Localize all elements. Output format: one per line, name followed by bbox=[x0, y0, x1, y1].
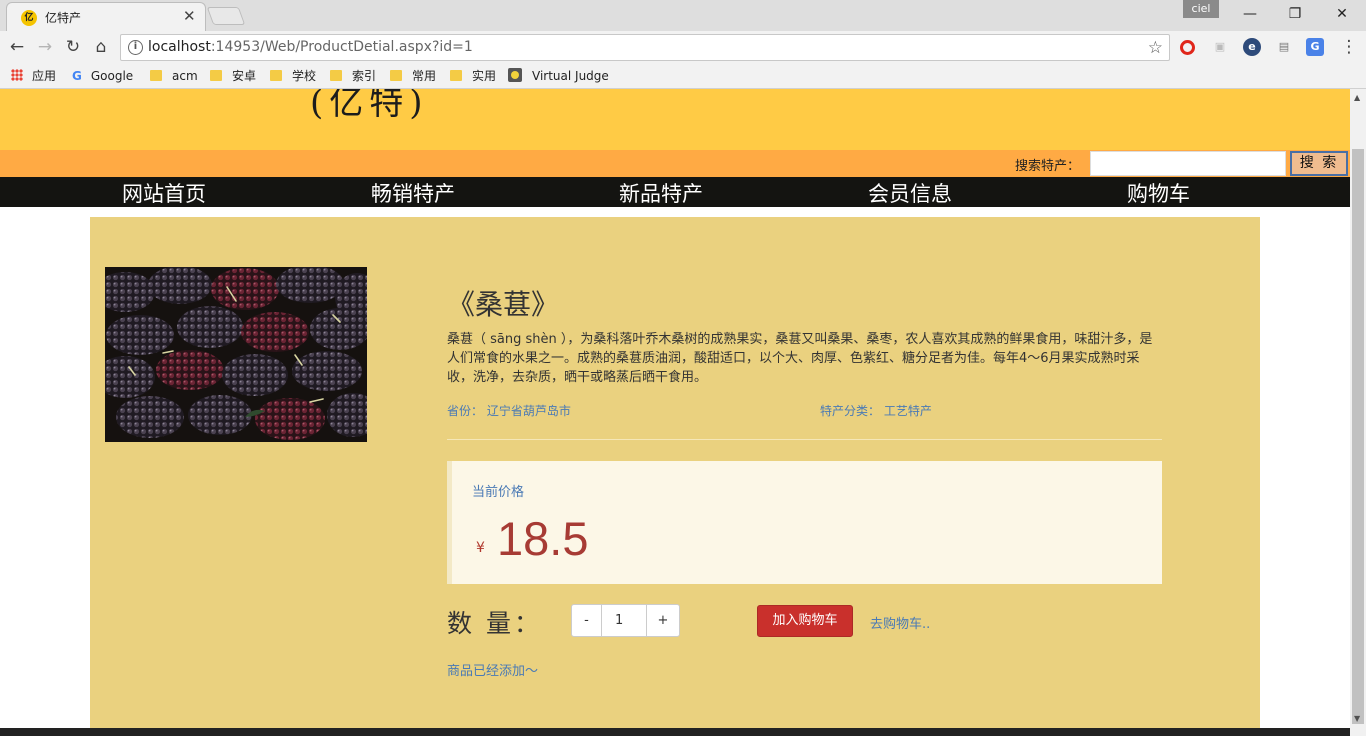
nav-new-products[interactable]: 新品特产 bbox=[619, 178, 703, 208]
nav-home[interactable]: 网站首页 bbox=[122, 178, 206, 208]
go-to-cart-link[interactable]: 去购物车.. bbox=[870, 613, 930, 632]
translate-extension-icon[interactable]: G bbox=[1306, 38, 1324, 56]
virtual-judge-icon bbox=[508, 68, 522, 82]
menu-kebab-icon[interactable]: ⋮ bbox=[1338, 36, 1360, 58]
site-favicon-icon: 亿 bbox=[21, 10, 37, 26]
nav-member-info[interactable]: 会员信息 bbox=[868, 178, 952, 208]
price-label: 当前价格 bbox=[472, 485, 525, 500]
site-logo[interactable]: (亿特) bbox=[310, 89, 429, 124]
page-scrollbar[interactable]: ▲ ▼ bbox=[1350, 89, 1366, 736]
province-value: 辽宁省葫芦岛市 bbox=[486, 404, 571, 418]
folder-icon bbox=[330, 70, 342, 81]
site-info-icon[interactable]: i bbox=[128, 40, 143, 55]
bookmark-acm[interactable]: acm bbox=[150, 67, 198, 85]
bookmark-label: 常用 bbox=[412, 69, 437, 83]
product-image bbox=[105, 267, 367, 442]
product-description: 桑葚（ sāng shèn ），为桑科落叶乔木桑树的成熟果实，桑葚又叫桑果、桑枣… bbox=[447, 332, 1153, 385]
province-label: 省份： bbox=[447, 404, 484, 418]
bookmark-virtual-judge[interactable]: Virtual Judge bbox=[508, 67, 609, 85]
url-path: :14953/Web/ProductDetial.aspx?id=1 bbox=[210, 39, 473, 55]
bookmarks-bar: 应用 G Google acm 安卓 学校 索引 常用 实用 Virtual Ju… bbox=[0, 63, 1366, 89]
bookmark-label: acm bbox=[172, 69, 198, 83]
minimize-icon[interactable]: — bbox=[1240, 4, 1260, 24]
scroll-up-icon[interactable]: ▲ bbox=[1354, 93, 1360, 102]
folder-icon bbox=[450, 70, 462, 81]
google-icon: G bbox=[72, 69, 82, 83]
reader-extension-icon[interactable]: ▤ bbox=[1275, 38, 1293, 56]
quantity-stepper: - 1 + bbox=[571, 604, 680, 637]
bookmark-google[interactable]: G Google bbox=[72, 67, 133, 85]
browser-toolbar: ← → ↻ ⌂ i localhost:14953/Web/ProductDet… bbox=[0, 31, 1366, 63]
product-category: 特产分类： 工艺特产 bbox=[820, 402, 932, 419]
bookmark-label: 安卓 bbox=[232, 69, 257, 83]
browser-tabstrip: 亿 亿特产 ✕ ciel — ❐ ✕ bbox=[0, 0, 1366, 31]
forward-icon[interactable]: → bbox=[34, 36, 56, 58]
profile-badge[interactable]: ciel bbox=[1183, 0, 1219, 18]
bookmark-star-icon[interactable]: ☆ bbox=[1148, 38, 1163, 58]
bookmark-label: Virtual Judge bbox=[532, 69, 609, 83]
bookmark-common[interactable]: 常用 bbox=[390, 67, 436, 85]
main-nav: 网站首页 畅销特产 新品特产 会员信息 购物车 bbox=[0, 177, 1350, 207]
search-input[interactable] bbox=[1090, 151, 1286, 176]
tab-close-icon[interactable]: ✕ bbox=[183, 7, 196, 25]
search-bar: 搜索特产： 搜 索 bbox=[0, 150, 1350, 177]
bookmark-label: 学校 bbox=[292, 69, 317, 83]
bookmark-school[interactable]: 学校 bbox=[270, 67, 316, 85]
restore-icon[interactable]: ❐ bbox=[1285, 4, 1305, 24]
bookmark-label: Google bbox=[90, 69, 134, 83]
scroll-thumb[interactable] bbox=[1352, 149, 1364, 724]
bookmark-apps[interactable]: 应用 bbox=[11, 67, 56, 85]
site-header: (亿特) bbox=[0, 89, 1350, 150]
bookmark-index[interactable]: 索引 bbox=[330, 67, 376, 85]
tab-title: 亿特产 bbox=[45, 11, 82, 25]
quantity-decrement-button[interactable]: - bbox=[571, 604, 602, 637]
folder-icon bbox=[390, 70, 402, 81]
product-detail-panel: 《桑葚》 桑葚（ sāng shèn ），为桑科落叶乔木桑树的成熟果实，桑葚又叫… bbox=[90, 217, 1260, 736]
nav-bestsellers[interactable]: 畅销特产 bbox=[371, 178, 455, 208]
quantity-input[interactable]: 1 bbox=[602, 604, 646, 637]
extension-e-icon[interactable]: e bbox=[1243, 38, 1261, 56]
bookmark-label: 应用 bbox=[32, 69, 57, 83]
back-icon[interactable]: ← bbox=[6, 36, 28, 58]
apps-icon bbox=[11, 69, 23, 81]
address-url: localhost:14953/Web/ProductDetial.aspx?i… bbox=[148, 39, 473, 55]
added-to-cart-message: 商品已经添加～ bbox=[447, 664, 539, 679]
bookmark-label: 实用 bbox=[472, 69, 497, 83]
home-icon[interactable]: ⌂ bbox=[90, 36, 112, 58]
product-province: 省份： 辽宁省葫芦岛市 bbox=[447, 402, 571, 419]
category-label: 特产分类： bbox=[820, 404, 881, 418]
page-viewport: (亿特) 搜索特产： 搜 索 网站首页 畅销特产 新品特产 会员信息 购物车 《… bbox=[0, 89, 1350, 736]
address-bar[interactable]: i localhost:14953/Web/ProductDetial.aspx… bbox=[120, 34, 1170, 61]
taskbar-edge bbox=[0, 728, 1350, 736]
currency-symbol: ¥ bbox=[476, 540, 485, 556]
price-box: 当前价格 ¥ 18.5 bbox=[447, 461, 1162, 584]
price-value: 18.5 bbox=[497, 512, 589, 565]
search-button[interactable]: 搜 索 bbox=[1290, 151, 1348, 176]
bookmark-practical[interactable]: 实用 bbox=[450, 67, 496, 85]
quantity-label: 数 量： bbox=[447, 609, 542, 638]
quantity-increment-button[interactable]: + bbox=[646, 604, 680, 637]
camera-extension-icon[interactable]: ▣ bbox=[1211, 38, 1229, 56]
nav-shopping-cart[interactable]: 购物车 bbox=[1127, 178, 1190, 208]
scroll-down-icon[interactable]: ▼ bbox=[1354, 714, 1360, 723]
product-title: 《桑葚》 bbox=[447, 288, 560, 321]
bookmark-label: 索引 bbox=[352, 69, 377, 83]
section-divider bbox=[447, 439, 1162, 440]
search-label: 搜索特产： bbox=[1015, 159, 1081, 174]
category-value: 工艺特产 bbox=[883, 404, 932, 418]
add-to-cart-button[interactable]: 加入购物车 bbox=[757, 605, 853, 637]
folder-icon bbox=[210, 70, 222, 81]
window-close-icon[interactable]: ✕ bbox=[1332, 4, 1352, 24]
folder-icon bbox=[270, 70, 282, 81]
reload-icon[interactable]: ↻ bbox=[62, 36, 84, 58]
folder-icon bbox=[150, 70, 162, 81]
url-host: localhost bbox=[148, 39, 211, 55]
opera-extension-icon[interactable] bbox=[1180, 40, 1195, 55]
new-tab-button[interactable] bbox=[206, 7, 246, 25]
browser-tab-active[interactable]: 亿 亿特产 ✕ bbox=[6, 2, 206, 31]
bookmark-android[interactable]: 安卓 bbox=[210, 67, 256, 85]
